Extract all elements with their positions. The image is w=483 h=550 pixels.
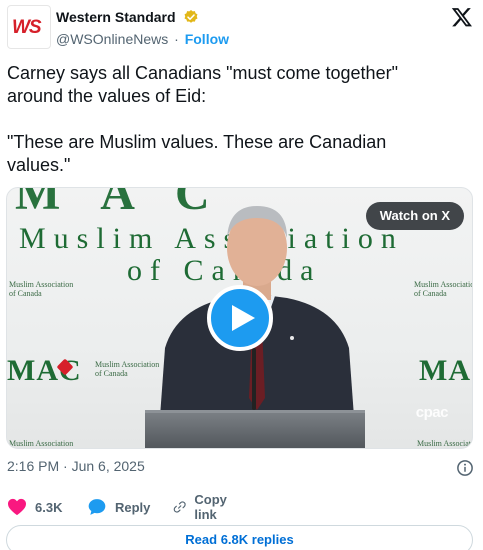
tweet-header: WS Western Standard @WSOnlineNews · Foll… xyxy=(7,5,477,51)
backdrop-bottom-left: Muslim Association xyxy=(9,439,74,448)
tweet-paragraph: Carney says all Canadians "must come tog… xyxy=(7,63,398,106)
watch-on-x-button[interactable]: Watch on X xyxy=(365,202,464,230)
reply-label: Reply xyxy=(115,499,151,515)
x-logo-icon[interactable] xyxy=(451,6,473,28)
copy-link-button[interactable]: Copy link xyxy=(173,492,234,522)
verified-badge-icon xyxy=(184,9,198,23)
info-icon[interactable] xyxy=(456,459,474,477)
tweet-text: Carney says all Canadians "must come tog… xyxy=(7,62,447,177)
timestamp[interactable]: 2:16 PM · Jun 6, 2025 xyxy=(7,458,145,474)
cpac-watermark: cpac xyxy=(415,404,449,421)
tweet-paragraph: "These are Muslim values. These are Cana… xyxy=(7,132,387,175)
reply-button[interactable]: Reply xyxy=(87,496,150,518)
western-standard-logo: WS xyxy=(12,17,42,38)
play-button[interactable] xyxy=(207,285,273,351)
backdrop-small-right: Muslim Association of Canada xyxy=(414,280,472,298)
play-icon xyxy=(232,305,255,331)
read-replies-button[interactable]: Read 6.8K replies xyxy=(6,525,473,550)
microphone xyxy=(252,348,256,410)
podium xyxy=(145,410,365,448)
like-count: 6.3K xyxy=(35,499,63,515)
display-name[interactable]: Western Standard xyxy=(56,9,176,25)
link-icon xyxy=(173,501,186,513)
copy-link-label: Copy link xyxy=(194,492,227,522)
tweet-meta: 2:16 PM · Jun 6, 2025 xyxy=(7,458,474,476)
follow-button[interactable]: Follow xyxy=(185,31,229,47)
heart-icon xyxy=(8,498,26,516)
reply-bubble-icon xyxy=(88,499,106,515)
avatar[interactable]: WS xyxy=(7,5,51,49)
backdrop-mac-left: MAC xyxy=(7,354,82,387)
handle[interactable]: @WSOnlineNews xyxy=(56,31,168,47)
backdrop-mac-right: MAC xyxy=(419,354,472,387)
backdrop-bottom-right: Muslim Association xyxy=(417,439,472,448)
video-player[interactable]: MAC Muslim Association of Canada Muslim … xyxy=(6,187,473,449)
backdrop-small-left: Muslim Association of Canada xyxy=(9,280,74,298)
separator: · xyxy=(174,31,179,47)
author-info: Western Standard @WSOnlineNews · Follow xyxy=(56,8,229,47)
like-button[interactable]: 6.3K xyxy=(7,496,62,518)
